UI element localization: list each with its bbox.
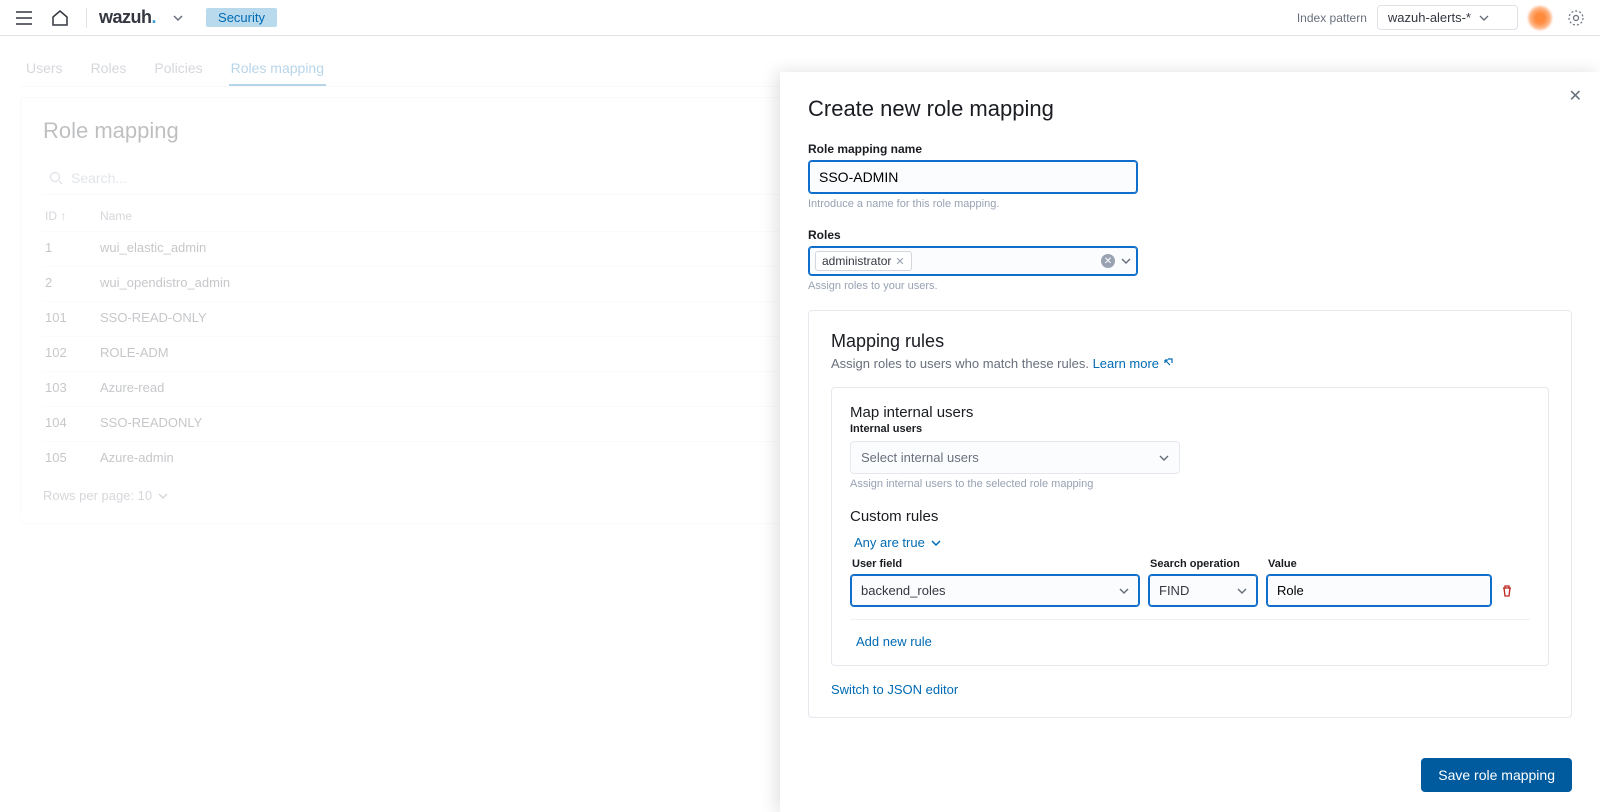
cell-id: 101 bbox=[45, 310, 100, 328]
rule-separator bbox=[850, 619, 1530, 620]
help-icon[interactable] bbox=[1562, 4, 1590, 32]
map-internal-title: Map internal users bbox=[850, 404, 1530, 421]
flyout-title: Create new role mapping bbox=[808, 96, 1572, 122]
index-pattern-label: Index pattern bbox=[1297, 11, 1367, 25]
chevron-down-icon bbox=[1119, 586, 1129, 596]
tab-policies[interactable]: Policies bbox=[152, 52, 204, 86]
search-operation-select[interactable]: FIND bbox=[1148, 574, 1258, 607]
chevron-down-icon bbox=[1159, 453, 1169, 463]
rules-inner-box: Map internal users Internal users Select… bbox=[831, 387, 1549, 666]
home-icon[interactable] bbox=[46, 4, 74, 32]
roles-field-row: Roles administrator ✕ ✕ Assign roles to … bbox=[808, 228, 1138, 292]
header-divider bbox=[86, 8, 87, 28]
remove-pill-icon[interactable]: ✕ bbox=[895, 255, 904, 268]
internal-users-select[interactable]: Select internal users bbox=[850, 441, 1180, 474]
chevron-down-icon bbox=[931, 538, 941, 548]
learn-more-link[interactable]: Learn more bbox=[1093, 356, 1173, 371]
search-placeholder: Search... bbox=[71, 170, 127, 186]
delete-rule-icon[interactable] bbox=[1500, 584, 1530, 598]
header-right: Index pattern wazuh-alerts-* bbox=[1297, 4, 1590, 32]
mapping-rules-section: Mapping rules Assign roles to users who … bbox=[808, 310, 1572, 718]
internal-users-label: Internal users bbox=[850, 423, 1530, 435]
cell-id: 103 bbox=[45, 380, 100, 398]
flyout-footer: Save role mapping bbox=[780, 742, 1600, 812]
custom-rules-title: Custom rules bbox=[850, 508, 1530, 525]
external-link-icon bbox=[1163, 358, 1173, 368]
internal-users-help: Assign internal users to the selected ro… bbox=[850, 478, 1530, 490]
mapping-rules-title: Mapping rules bbox=[831, 331, 1549, 352]
role-pill-administrator[interactable]: administrator ✕ bbox=[815, 251, 912, 271]
pager-label: Rows per page: 10 bbox=[43, 488, 152, 503]
sort-up-icon: ↑ bbox=[60, 209, 66, 223]
menu-icon[interactable] bbox=[10, 4, 38, 32]
tab-roles[interactable]: Roles bbox=[89, 52, 129, 86]
header-left: wazuh. Security bbox=[10, 4, 277, 32]
cell-id: 105 bbox=[45, 450, 100, 468]
col-user-field: User field bbox=[852, 558, 1142, 570]
chevron-down-icon bbox=[158, 491, 168, 501]
user-avatar[interactable] bbox=[1528, 6, 1552, 30]
index-pattern-value: wazuh-alerts-* bbox=[1388, 10, 1471, 25]
create-role-mapping-flyout: ✕ Create new role mapping Role mapping n… bbox=[780, 72, 1600, 812]
cell-id: 1 bbox=[45, 240, 100, 258]
search-icon bbox=[49, 171, 63, 185]
clear-all-icon[interactable]: ✕ bbox=[1101, 254, 1115, 268]
tab-users[interactable]: Users bbox=[24, 52, 65, 86]
index-pattern-select[interactable]: wazuh-alerts-* bbox=[1377, 5, 1518, 30]
chevron-down-icon bbox=[1237, 586, 1247, 596]
app-logo[interactable]: wazuh. bbox=[99, 7, 156, 28]
col-search-op: Search operation bbox=[1150, 558, 1260, 570]
save-role-mapping-button[interactable]: Save role mapping bbox=[1421, 758, 1572, 792]
rule-column-labels: User field Search operation Value bbox=[850, 558, 1530, 570]
col-value: Value bbox=[1268, 558, 1490, 570]
roles-combobox[interactable]: administrator ✕ ✕ bbox=[808, 246, 1138, 276]
col-id[interactable]: ID bbox=[45, 209, 57, 223]
name-help: Introduce a name for this role mapping. bbox=[808, 198, 1138, 210]
roles-label: Roles bbox=[808, 228, 1138, 242]
add-new-rule-link[interactable]: Add new rule bbox=[850, 634, 1530, 649]
cell-id: 2 bbox=[45, 275, 100, 293]
rule-value-input[interactable] bbox=[1266, 574, 1492, 607]
chevron-down-icon bbox=[1479, 13, 1489, 23]
switch-json-editor-link[interactable]: Switch to JSON editor bbox=[831, 682, 958, 697]
breadcrumb-chevron-icon[interactable] bbox=[164, 4, 192, 32]
logo-dot: . bbox=[152, 7, 157, 27]
name-label: Role mapping name bbox=[808, 142, 1138, 156]
app-header: wazuh. Security Index pattern wazuh-aler… bbox=[0, 0, 1600, 36]
mapping-rules-subtitle: Assign roles to users who match these ru… bbox=[831, 356, 1549, 371]
internal-users-placeholder: Select internal users bbox=[861, 450, 979, 465]
logo-text: wazuh bbox=[99, 7, 152, 27]
roles-help: Assign roles to your users. bbox=[808, 280, 1138, 292]
user-field-select[interactable]: backend_roles bbox=[850, 574, 1140, 607]
custom-rule-row: backend_roles FIND bbox=[850, 574, 1530, 607]
cell-id: 102 bbox=[45, 345, 100, 363]
chevron-down-icon[interactable] bbox=[1121, 256, 1131, 266]
role-pill-label: administrator bbox=[822, 254, 891, 268]
cell-id: 104 bbox=[45, 415, 100, 433]
any-are-true-toggle[interactable]: Any are true bbox=[854, 535, 1530, 550]
breadcrumb-security[interactable]: Security bbox=[206, 8, 277, 27]
close-icon[interactable]: ✕ bbox=[1569, 86, 1582, 106]
name-field-row: Role mapping name Introduce a name for t… bbox=[808, 142, 1138, 210]
role-mapping-name-input[interactable] bbox=[808, 160, 1138, 194]
tab-roles-mapping[interactable]: Roles mapping bbox=[229, 52, 326, 86]
